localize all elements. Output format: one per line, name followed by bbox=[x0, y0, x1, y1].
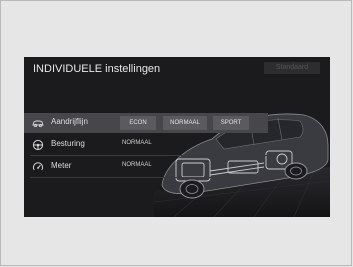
steering-wheel-icon bbox=[32, 139, 44, 151]
settings-screen: INDIVIDUELE instellingen Standaard Aandr… bbox=[24, 57, 330, 217]
settings-list: Aandrijflijn ECON NORMAAL SPORT Besturin… bbox=[24, 113, 268, 179]
row-value-steering: NORMAAL bbox=[122, 140, 152, 146]
row-drivetrain[interactable]: Aandrijflijn ECON NORMAAL SPORT bbox=[24, 113, 268, 133]
row-label-drivetrain: Aandrijflijn bbox=[51, 117, 88, 126]
gauge-icon bbox=[32, 162, 44, 171]
row-steering[interactable]: Besturing NORMAAL bbox=[24, 135, 268, 156]
divider bbox=[30, 177, 268, 178]
row-label-steering: Besturing bbox=[51, 139, 85, 148]
drivetrain-icon bbox=[32, 120, 44, 128]
option-econ-button[interactable]: ECON bbox=[120, 116, 156, 130]
page-frame: INDIVIDUELE instellingen Standaard Aandr… bbox=[0, 0, 352, 266]
standard-button[interactable]: Standaard bbox=[264, 62, 320, 74]
divider bbox=[30, 155, 268, 156]
row-value-meter: NORMAAL bbox=[122, 162, 152, 168]
row-label-meter: Meter bbox=[51, 161, 72, 170]
option-normaal-button[interactable]: NORMAAL bbox=[163, 116, 207, 130]
row-meter[interactable]: Meter NORMAAL bbox=[24, 157, 268, 178]
page-title: INDIVIDUELE instellingen bbox=[33, 63, 161, 75]
option-sport-button[interactable]: SPORT bbox=[213, 116, 249, 130]
